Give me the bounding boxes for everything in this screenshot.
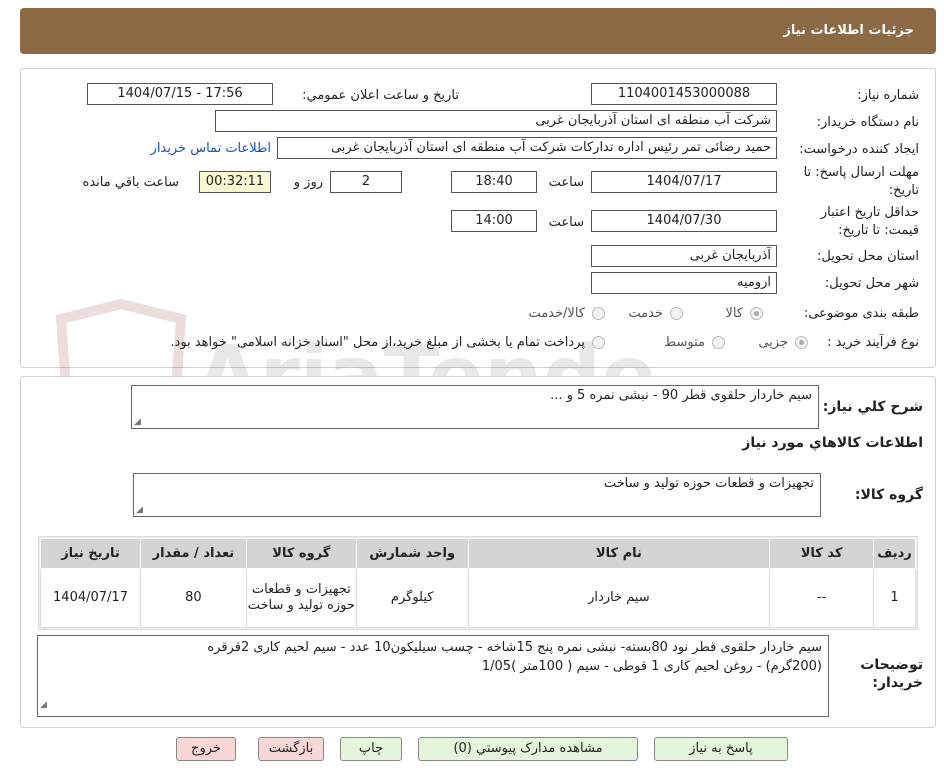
province-field: آذربایجان غربی bbox=[591, 245, 777, 267]
city-label: شهر محل تحویل: bbox=[824, 276, 919, 291]
goods-group-field[interactable]: تجهیزات و قطعات حوزه تولید و ساخت ◢ bbox=[133, 473, 821, 517]
days-field: 2 bbox=[330, 171, 402, 193]
city-field: ارومیه bbox=[591, 272, 777, 294]
col-header-goods-group: گروه کالا bbox=[245, 538, 357, 569]
category-label: طبقه بندی موضوعی: bbox=[803, 306, 919, 321]
category-option-service: خدمت bbox=[628, 306, 663, 321]
resize-grip-icon[interactable]: ◢ bbox=[136, 505, 143, 515]
table-row: 1 -- سیم خاردار کیلوگرم تجهیزات و قطعات … bbox=[40, 568, 916, 628]
goods-group-label: گروه کالا: bbox=[854, 487, 923, 503]
goods-table: ردیف کد کالا نام کالا واحد شمارش گروه کا… bbox=[40, 538, 916, 628]
resize-grip-icon[interactable]: ◢ bbox=[40, 696, 47, 715]
print-button[interactable]: چاپ bbox=[340, 737, 402, 761]
process-radio-minor[interactable] bbox=[795, 336, 808, 349]
goods-info-title: اطلاعات کالاهاي مورد نیاز bbox=[742, 435, 923, 451]
buyer-contact-link[interactable]: اطلاعات تماس خريدار bbox=[151, 141, 271, 156]
buyer-notes-line-2: (200گرم) - روغن لحیم کاری 1 قوطی - سیم (… bbox=[481, 659, 822, 674]
page-header: جزئیات اطلاعات نیاز bbox=[20, 8, 936, 54]
summary-label: شرح کلي نیاز: bbox=[822, 399, 923, 415]
creator-field: حمید رضائی تمر رئیس اداره تداركات شرکت آ… bbox=[277, 137, 777, 159]
col-header-goods-name: نام کالا bbox=[467, 538, 771, 569]
back-button[interactable]: بازگشت bbox=[258, 737, 324, 761]
process-radio-treasury[interactable] bbox=[592, 336, 605, 349]
view-attachments-button[interactable]: مشاهده مدارک پیوستي (0) bbox=[418, 737, 638, 761]
need-number-label: شماره نیاز: bbox=[857, 88, 919, 103]
col-header-need-date: تاریخ نیاز bbox=[40, 538, 141, 569]
announce-date-label: تاریخ و ساعت اعلان عمومي: bbox=[302, 88, 459, 103]
buyer-org-label: نام دستگاه خريدار: bbox=[816, 115, 919, 130]
buyer-notes-label: توضیحات bbox=[860, 657, 923, 673]
buyer-notes-field[interactable]: سیم خاردار حلقوی قطر نود 80بسته- نبشی نم… bbox=[37, 635, 829, 717]
validity-time-field: 14:00 bbox=[451, 210, 537, 232]
reply-button[interactable]: پاسخ به نیاز bbox=[654, 737, 788, 761]
summary-field[interactable]: سیم خاردار حلقوی قطر 90 - نبشی نمره 5 و … bbox=[131, 385, 819, 429]
col-header-goods-code: کد کالا bbox=[769, 538, 875, 569]
announce-date-field: 1404/07/15 - 17:56 bbox=[87, 83, 273, 105]
validity-date-field: 1404/07/30 bbox=[591, 210, 777, 232]
deadline-date-field: 1404/07/17 bbox=[591, 171, 777, 193]
remaining-time-label: ساعت باقي مانده bbox=[82, 175, 179, 190]
days-label: روز و bbox=[293, 175, 323, 190]
validity-label: حداقل تاریخ اعتبار bbox=[820, 205, 919, 220]
cell-row-number: 1 bbox=[873, 568, 916, 628]
col-header-row-number: ردیف bbox=[873, 538, 916, 569]
cell-quantity: 80 bbox=[140, 568, 247, 628]
exit-button[interactable]: خروج bbox=[176, 737, 236, 761]
validity-time-label: ساعت bbox=[548, 215, 584, 230]
process-type-label: نوع فرآیند خرید : bbox=[827, 335, 919, 350]
deadline-time-label: ساعت bbox=[548, 175, 584, 190]
cell-goods-code: -- bbox=[769, 568, 875, 628]
category-option-goods: کالا bbox=[725, 306, 743, 321]
process-treasury-note: پرداخت تمام یا بخشی از مبلغ خرید،از محل … bbox=[170, 335, 585, 350]
col-header-unit: واحد شمارش bbox=[355, 538, 469, 569]
page-title: جزئیات اطلاعات نیاز bbox=[783, 23, 914, 38]
remaining-time-field: 00:32:11 bbox=[199, 171, 271, 193]
table-header-row: ردیف کد کالا نام کالا واحد شمارش گروه کا… bbox=[40, 538, 916, 569]
deadline-time-field: 18:40 bbox=[451, 171, 537, 193]
need-info-panel: AriaTender.net شماره نیاز: 1104001453000… bbox=[20, 68, 936, 439]
category-option-goods-service: کالا/خدمت bbox=[528, 306, 585, 321]
process-option-minor: جزیی bbox=[758, 335, 788, 350]
cell-goods-group: تجهیزات و قطعات حوزه تولید و ساخت bbox=[245, 568, 357, 628]
resize-grip-icon[interactable]: ◢ bbox=[134, 417, 141, 427]
category-radio-service[interactable] bbox=[670, 307, 683, 320]
buyer-notes-label-2: خریدار: bbox=[872, 675, 923, 691]
buyer-org-field: شرکت آب منطقه ای استان آذربایجان غربی bbox=[215, 110, 777, 132]
col-header-quantity: تعداد / مقدار bbox=[140, 538, 247, 569]
goods-group-text: تجهیزات و قطعات حوزه تولید و ساخت bbox=[603, 476, 814, 491]
cell-need-date: 1404/07/17 bbox=[40, 568, 141, 628]
category-radio-goods[interactable] bbox=[750, 307, 763, 320]
creator-label: ایجاد کننده درخواست: bbox=[799, 142, 919, 157]
process-radio-medium[interactable] bbox=[712, 336, 725, 349]
need-details-panel: شرح کلي نیاز: سیم خاردار حلقوی قطر 90 - … bbox=[20, 376, 936, 728]
process-option-medium: متوسط bbox=[664, 335, 705, 350]
deadline-label: مهلت ارسال پاسخ: تا bbox=[803, 165, 919, 180]
category-radio-goods-service[interactable] bbox=[592, 307, 605, 320]
need-number-field: 1104001453000088 bbox=[591, 83, 777, 105]
summary-text: سیم خاردار حلقوی قطر 90 - نبشی نمره 5 و … bbox=[550, 388, 812, 403]
buyer-notes-line-1: سیم خاردار حلقوی قطر نود 80بسته- نبشی نم… bbox=[207, 640, 822, 655]
province-label: استان محل تحویل: bbox=[817, 249, 919, 264]
deadline-label-date: تاریخ: bbox=[888, 183, 919, 198]
cell-goods-name: سیم خاردار bbox=[467, 568, 771, 628]
validity-label-date: قیمت: تا تاریخ: bbox=[838, 223, 919, 238]
cell-unit: کیلوگرم bbox=[355, 568, 469, 628]
